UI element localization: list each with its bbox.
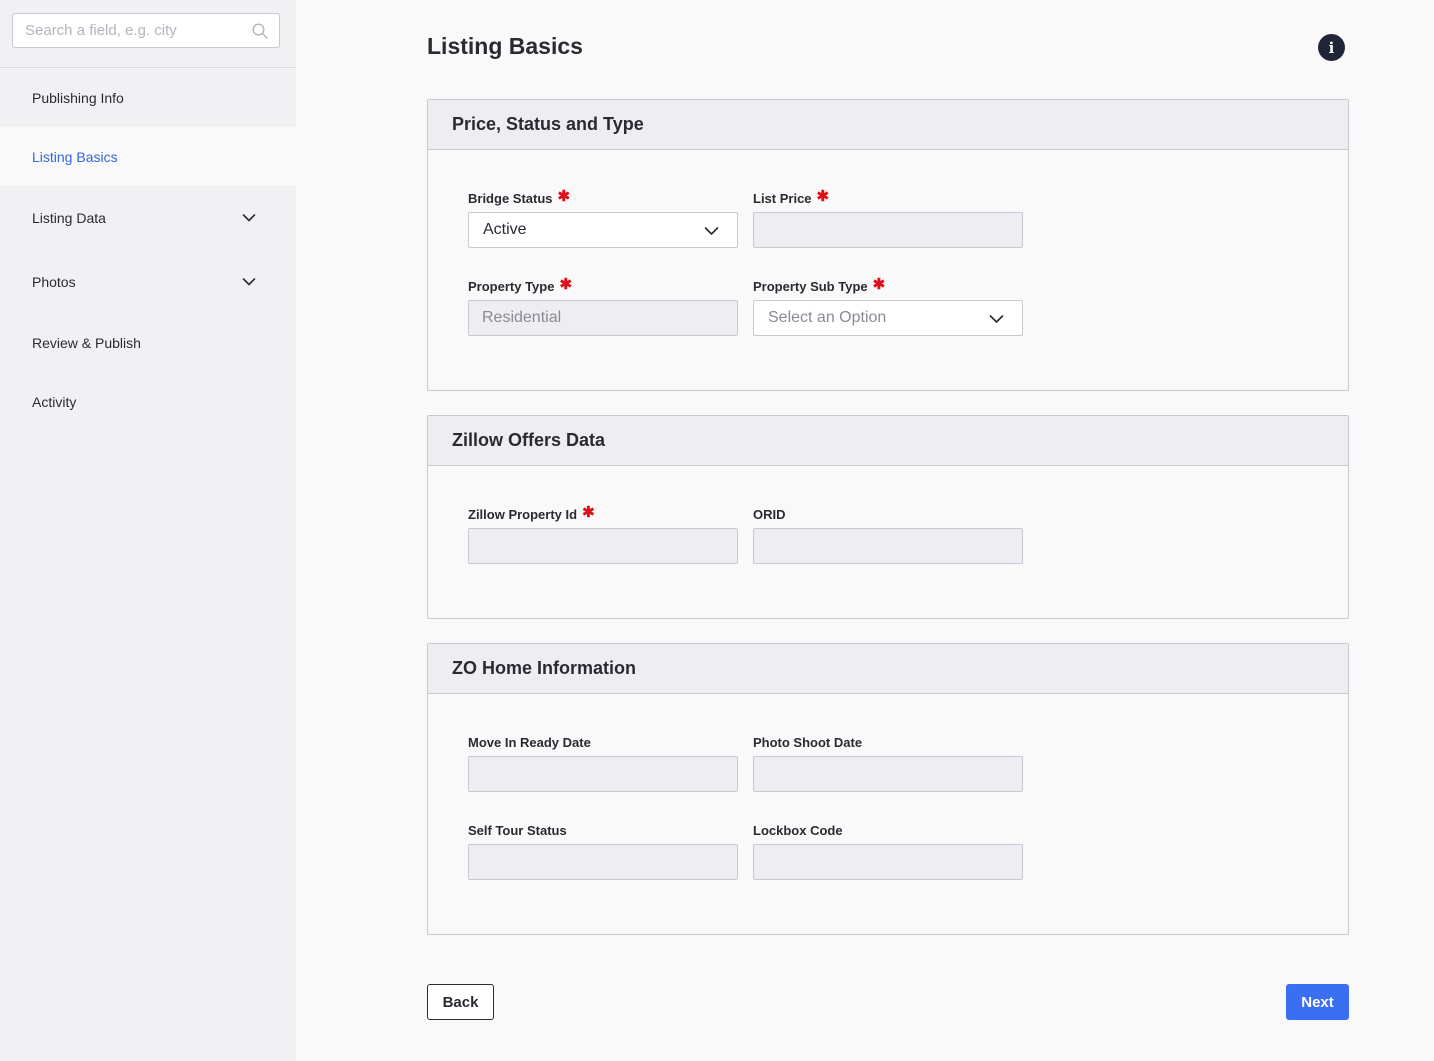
field-label: Property Type ✱: [468, 275, 738, 294]
field-label: Bridge Status ✱: [468, 187, 738, 206]
section-zillow-offers-data: Zillow Offers Data Zillow Property Id ✱ …: [427, 415, 1349, 619]
photo-shoot-date-field: Photo Shoot Date: [753, 734, 1023, 792]
field-label: Move In Ready Date: [468, 734, 738, 750]
required-icon: ✱: [582, 503, 595, 521]
property-type-input: Residential: [468, 300, 738, 336]
search-box: [12, 13, 280, 48]
sidebar-item-publishing-info[interactable]: Publishing Info: [0, 68, 296, 127]
search-icon[interactable]: [252, 23, 268, 39]
next-button[interactable]: Next: [1286, 984, 1349, 1020]
sidebar-item-label: Listing Data: [32, 209, 106, 226]
bridge-status-label: Bridge Status: [468, 190, 553, 206]
sidebar-item-label: Review & Publish: [32, 334, 141, 351]
zillow-property-id-input[interactable]: [468, 528, 738, 564]
info-icon[interactable]: i: [1318, 34, 1345, 61]
sidebar: Publishing Info Listing Basics Listing D…: [0, 0, 296, 1061]
field-label: List Price ✱: [753, 187, 1023, 206]
property-sub-type-label: Property Sub Type: [753, 278, 868, 294]
section-title: ZO Home Information: [428, 644, 1348, 694]
field-label: Zillow Property Id ✱: [468, 503, 738, 522]
sidebar-item-listing-basics[interactable]: Listing Basics: [0, 127, 296, 186]
lockbox-code-input[interactable]: [753, 844, 1023, 880]
field-label: Self Tour Status: [468, 822, 738, 838]
chevron-down-icon[interactable]: [242, 277, 256, 287]
property-sub-type-select[interactable]: Select an Option: [753, 300, 1023, 336]
section-title: Zillow Offers Data: [428, 416, 1348, 466]
zillow-property-id-field: Zillow Property Id ✱: [468, 503, 738, 564]
page-title: Listing Basics: [427, 33, 583, 59]
sidebar-item-label: Publishing Info: [32, 89, 124, 106]
bridge-status-select[interactable]: Active: [468, 212, 738, 248]
sidebar-item-label: Activity: [32, 393, 77, 410]
field-label: Property Sub Type ✱: [753, 275, 1023, 294]
back-button[interactable]: Back: [427, 984, 494, 1020]
bridge-status-value: Active: [483, 221, 527, 238]
sidebar-item-label: Listing Basics: [32, 148, 118, 165]
section-title: Price, Status and Type: [428, 100, 1348, 150]
move-in-ready-date-label: Move In Ready Date: [468, 734, 591, 750]
property-type-field: Property Type ✱ Residential: [468, 275, 738, 336]
field-label: Lockbox Code: [753, 822, 1023, 838]
sidebar-item-label: Photos: [32, 273, 76, 290]
zillow-property-id-label: Zillow Property Id: [468, 506, 578, 522]
required-icon: ✱: [816, 187, 830, 205]
photo-shoot-date-label: Photo Shoot Date: [753, 734, 863, 750]
sidebar-item-photos[interactable]: Photos: [0, 252, 296, 311]
chevron-down-icon[interactable]: [242, 213, 256, 223]
property-sub-type-placeholder: Select an Option: [768, 309, 887, 326]
field-label: ORID: [753, 506, 1023, 522]
photo-shoot-date-input[interactable]: [753, 756, 1023, 792]
property-sub-type-field: Property Sub Type ✱ Select an Option: [753, 275, 1023, 336]
chevron-down-icon: [704, 227, 719, 235]
section-zo-home-information: ZO Home Information Move In Ready Date P…: [427, 643, 1349, 935]
info-icon-glyph: i: [1328, 38, 1335, 57]
required-icon: ✱: [872, 275, 886, 293]
bridge-status-field: Bridge Status ✱ Active: [468, 187, 738, 248]
orid-input[interactable]: [753, 528, 1023, 564]
move-in-ready-date-input[interactable]: [468, 756, 738, 792]
field-label: Photo Shoot Date: [753, 734, 1023, 750]
orid-field: ORID: [753, 506, 1023, 564]
required-icon: ✱: [559, 275, 573, 293]
list-price-input[interactable]: [753, 212, 1023, 248]
sidebar-item-review-publish[interactable]: Review & Publish: [0, 313, 296, 372]
self-tour-status-label: Self Tour Status: [468, 822, 567, 838]
self-tour-status-input[interactable]: [468, 844, 738, 880]
chevron-down-icon: [989, 315, 1004, 323]
required-icon: ✱: [557, 187, 571, 205]
orid-label: ORID: [753, 506, 786, 522]
property-type-label: Property Type: [468, 278, 555, 294]
lockbox-code-label: Lockbox Code: [753, 822, 843, 838]
lockbox-code-field: Lockbox Code: [753, 822, 1023, 880]
list-price-field: List Price ✱: [753, 187, 1023, 248]
sidebar-item-listing-data[interactable]: Listing Data: [0, 188, 296, 247]
sidebar-item-activity[interactable]: Activity: [0, 372, 296, 431]
search-input[interactable]: [13, 14, 279, 47]
list-price-label: List Price: [753, 190, 812, 206]
section-price-status-type: Price, Status and Type Bridge Status ✱ A…: [427, 99, 1349, 391]
move-in-ready-date-field: Move In Ready Date: [468, 734, 738, 792]
self-tour-status-field: Self Tour Status: [468, 822, 738, 880]
